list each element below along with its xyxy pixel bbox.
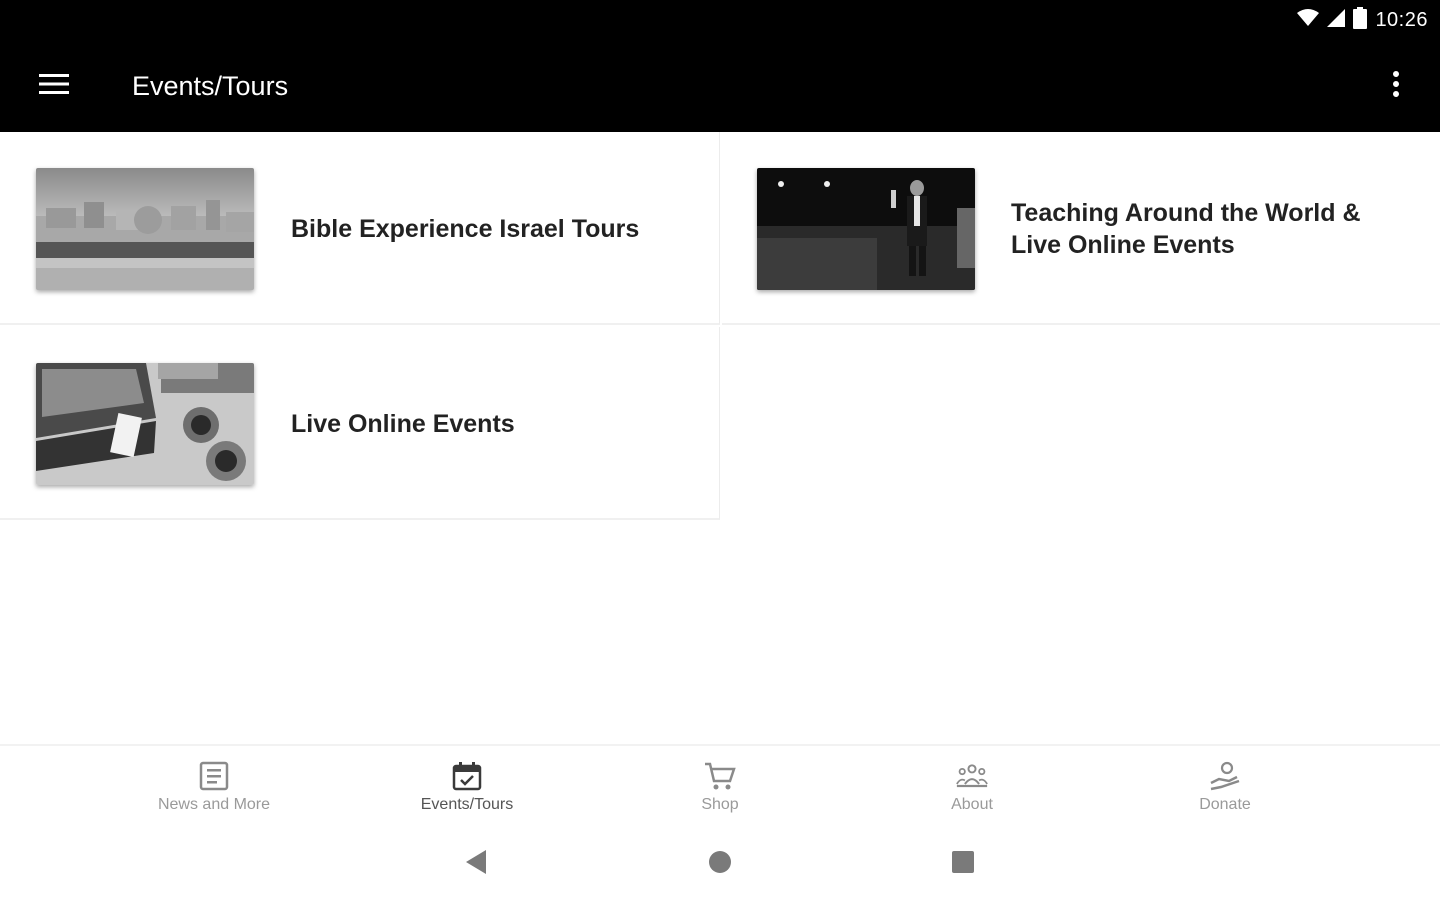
overflow-menu-button[interactable] [1372,62,1420,110]
back-button[interactable] [456,848,496,880]
nav-news-and-more[interactable]: News and More [114,746,314,830]
group-icon [956,760,988,792]
nav-donate[interactable]: Donate [1125,746,1325,830]
nav-label: Shop [701,796,739,813]
event-card-teaching-world[interactable]: Teaching Around the World & Live Online … [722,132,1440,325]
laptop-desk-photo [36,363,254,485]
nav-label: Donate [1199,796,1251,813]
back-icon [464,849,488,880]
status-time: 10:26 [1375,8,1428,31]
card-title: Bible Experience Israel Tours [291,214,640,243]
page-title: Events/Tours [132,71,289,101]
menu-button[interactable] [26,62,82,110]
cell-signal-icon [1327,8,1346,32]
hamburger-menu-icon [39,73,69,100]
event-card-live-online[interactable]: Live Online Events [0,327,720,520]
more-vert-icon [1392,70,1400,103]
status-icons: 10:26 [1297,6,1428,34]
event-card-israel-tours[interactable]: Bible Experience Israel Tours [0,132,720,325]
speaker-on-stage-photo [757,168,975,290]
nav-shop[interactable]: Shop [620,746,820,830]
donate-hand-icon [1209,760,1241,792]
system-navigation-bar [0,828,1440,900]
card-title: Teaching Around the World & Live Online … [1011,198,1361,259]
bottom-navigation: News and More Events/Tours Shop About Do… [0,744,1440,828]
jerusalem-skyline-photo [36,168,254,290]
nav-label: About [951,796,993,813]
nav-events-tours[interactable]: Events/Tours [367,746,567,830]
recents-icon [951,850,975,879]
status-bar: 10:26 [0,0,1440,40]
home-button[interactable] [700,848,740,880]
recents-button[interactable] [943,848,983,880]
nav-about[interactable]: About [872,746,1072,830]
calendar-check-icon [451,760,483,792]
article-icon [198,760,230,792]
battery-icon [1353,6,1368,34]
nav-label: Events/Tours [420,796,514,813]
app-bar: Events/Tours [0,40,1440,132]
card-title: Live Online Events [291,409,515,438]
events-grid: Bible Experience Israel Tours Teaching A… [0,132,1440,742]
cart-icon [704,760,736,792]
nav-label: News and More [157,796,271,813]
wifi-icon [1297,8,1320,32]
home-icon [708,850,732,879]
